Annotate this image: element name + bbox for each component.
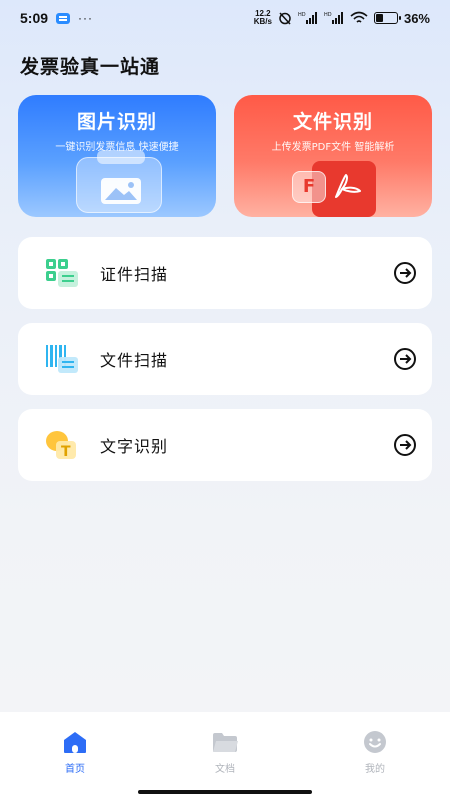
folder-icon — [213, 733, 238, 752]
battery-icon — [373, 12, 401, 24]
tab-label: 我的 — [365, 764, 385, 775]
pdf-file-icon: F — [292, 161, 382, 217]
card-subtitle: 上传发票PDF文件 智能解析 — [271, 142, 395, 153]
signal-icon-2: HD — [324, 12, 343, 24]
list-item-id-scan[interactable]: 证件扫描 — [18, 237, 432, 309]
tab-documents[interactable]: 文档 — [150, 712, 300, 800]
message-notification-icon — [56, 12, 71, 24]
list-item-document-scan[interactable]: 文件扫描 — [18, 323, 432, 395]
wifi-icon — [350, 11, 368, 23]
tab-label: 首页 — [65, 764, 85, 775]
status-bar: 5:09 ··· 12.2 KB/s HD HD 36% — [0, 0, 450, 36]
arrow-right-icon — [394, 434, 416, 456]
list-item-text-recognition[interactable]: T 文字识别 — [18, 409, 432, 481]
photo-icon — [76, 150, 162, 213]
id-scan-icon — [44, 257, 80, 289]
page-title: 发票验真一站通 — [20, 56, 161, 78]
card-title: 文件识别 — [292, 111, 373, 133]
status-time: 5:09 — [20, 10, 49, 26]
home-icon — [64, 732, 86, 753]
list-item-label: 证件扫描 — [100, 265, 169, 284]
more-notifications-icon: ··· — [78, 11, 94, 25]
alarm-off-icon — [279, 12, 291, 25]
arrow-right-icon — [394, 262, 416, 284]
tab-profile[interactable]: 我的 — [300, 712, 450, 800]
svg-text:HD: HD — [298, 12, 306, 18]
acrobat-icon — [335, 174, 361, 198]
bottom-tab-bar: 首页 文档 我的 — [0, 712, 450, 800]
list-item-label: 文字识别 — [100, 437, 169, 456]
text-recognition-icon: T — [44, 429, 80, 461]
arrow-right-icon — [394, 348, 416, 370]
battery-percent: 36% — [403, 10, 430, 26]
barcode-scan-icon — [44, 343, 80, 375]
file-recognition-card[interactable]: 文件识别 上传发票PDF文件 智能解析 F — [234, 95, 432, 217]
svg-text:T: T — [61, 444, 71, 460]
image-recognition-card[interactable]: 图片识别 一键识别发票信息 快速便捷 — [18, 95, 216, 217]
tab-home[interactable]: 首页 — [0, 712, 150, 800]
file-letter-icon: F — [292, 171, 326, 203]
signal-icon-1: HD — [298, 12, 317, 24]
tab-label: 文档 — [215, 764, 235, 775]
smiley-icon — [364, 731, 386, 753]
network-speed: 12.2 KB/s — [253, 9, 272, 26]
svg-text:HD: HD — [324, 12, 332, 18]
home-indicator[interactable] — [138, 790, 312, 794]
list-item-label: 文件扫描 — [100, 351, 169, 370]
card-title: 图片识别 — [76, 111, 157, 133]
